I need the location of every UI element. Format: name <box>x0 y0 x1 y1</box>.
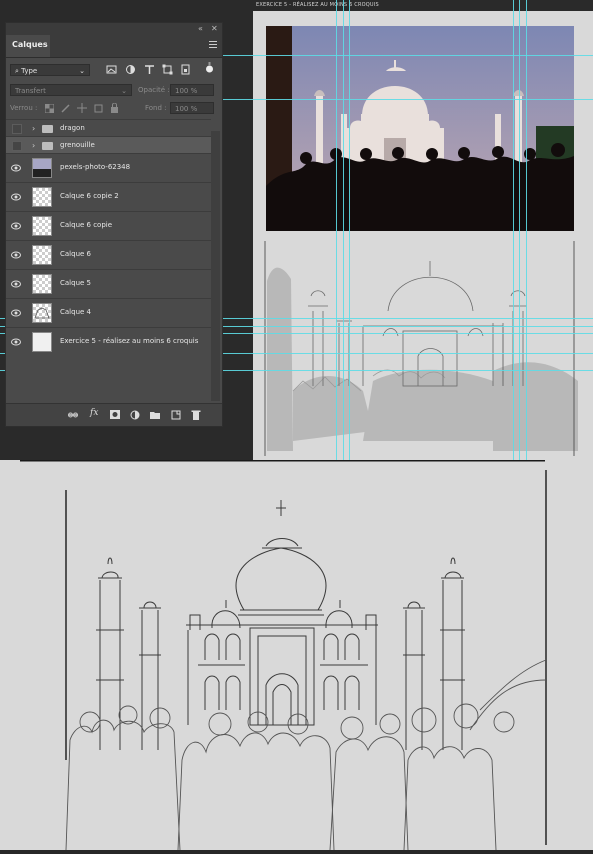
layer-name: Exercice 5 - réalisez au moins 6 croquis <box>60 337 199 345</box>
layer-thumbnail <box>32 158 52 178</box>
filter-type-select[interactable]: ⌕ Type ⌄ <box>10 64 90 76</box>
sketch-thumbnail-preview <box>34 307 50 319</box>
layers-scrollbar[interactable] <box>211 131 220 401</box>
layer-thumbnail <box>32 274 52 294</box>
layer-name: Calque 6 <box>60 250 91 258</box>
layer-row[interactable]: pexels-photo-62348 <box>6 153 211 182</box>
blend-mode-select[interactable]: Transfert ⌄ <box>10 84 132 96</box>
opacity-field[interactable]: 100 % <box>170 84 214 96</box>
panel-menu-icon[interactable] <box>209 41 217 48</box>
close-icon[interactable]: ✕ <box>211 24 218 33</box>
group-name: dragon <box>60 124 85 132</box>
layer-row[interactable]: Calque 6 copie 2 <box>6 182 211 211</box>
collapse-icon[interactable]: « <box>198 24 203 33</box>
lock-transparent-icon[interactable] <box>45 104 54 113</box>
guide-horizontal[interactable] <box>222 99 593 100</box>
eye-icon[interactable] <box>11 279 21 289</box>
mask-icon[interactable] <box>110 410 120 420</box>
guide-vertical[interactable] <box>336 0 337 460</box>
layer-thumbnail <box>32 245 52 265</box>
image-filter-icon[interactable] <box>106 64 117 75</box>
eye-icon[interactable] <box>11 308 21 318</box>
visibility-toggle[interactable] <box>12 141 22 151</box>
eye-icon[interactable] <box>11 192 21 202</box>
guide-vertical[interactable] <box>513 0 514 460</box>
panel-header-bar: « ✕ <box>6 23 222 35</box>
lock-all-icon[interactable] <box>110 103 119 113</box>
opacity-value: 100 % <box>175 87 198 95</box>
layers-bottom-bar: fx <box>6 403 222 426</box>
layer-row[interactable]: Calque 5 <box>6 269 211 298</box>
chevron-down-icon: ⌄ <box>79 67 85 75</box>
blend-row: Transfert ⌄ Opacité : 100 % <box>6 82 222 100</box>
link-icon[interactable] <box>68 410 78 420</box>
taj-mahal-photo <box>266 26 574 231</box>
filter-row: ⌕ Type ⌄ <box>6 58 222 82</box>
lock-position-icon[interactable] <box>77 103 87 113</box>
layer-name: Calque 6 copie 2 <box>60 192 119 200</box>
adjustment-filter-icon[interactable] <box>125 64 136 75</box>
layer-row[interactable]: Calque 4 <box>6 298 211 327</box>
layers-panel: « ✕ Calques ⌕ Type ⌄ Transfert ⌄ Opacité… <box>5 22 223 427</box>
lock-label: Verrou : <box>10 104 38 112</box>
adjustment-icon[interactable] <box>130 410 140 420</box>
visibility-toggle[interactable] <box>12 124 22 134</box>
eye-icon[interactable] <box>11 250 21 260</box>
layer-thumbnail <box>32 187 52 207</box>
layer-thumbnail <box>32 216 52 236</box>
chevron-right-icon[interactable]: › <box>32 141 35 150</box>
new-layer-icon[interactable] <box>171 410 181 420</box>
folder-icon <box>42 142 53 150</box>
eye-icon[interactable] <box>11 163 21 173</box>
chevron-right-icon[interactable]: › <box>32 124 35 133</box>
lock-row: Verrou : Fond : 100 % <box>6 100 222 118</box>
fill-value: 100 % <box>175 105 198 113</box>
tab-layers[interactable]: Calques <box>6 35 50 57</box>
layer-name: Calque 6 copie <box>60 221 113 229</box>
eye-icon[interactable] <box>11 221 21 231</box>
layer-name: Calque 5 <box>60 279 91 287</box>
folder-icon[interactable] <box>150 410 160 420</box>
fx-icon[interactable]: fx <box>90 408 98 418</box>
fill-field[interactable]: 100 % <box>170 102 214 114</box>
chevron-down-icon: ⌄ <box>121 87 127 95</box>
group-name: grenouille <box>60 141 95 149</box>
smart-object-filter-icon[interactable] <box>180 64 191 75</box>
fill-label: Fond : <box>145 104 167 112</box>
panel-tabbar: Calques <box>6 35 222 58</box>
zoomed-sketch-canvas[interactable] <box>0 458 593 851</box>
layer-row[interactable]: Calque 6 <box>6 240 211 269</box>
type-filter-icon[interactable] <box>144 64 155 75</box>
guide-vertical[interactable] <box>343 0 344 460</box>
opacity-label: Opacité : <box>138 86 170 94</box>
filter-type-label: Type <box>21 67 38 75</box>
layer-thumbnail <box>32 332 52 352</box>
lock-artboard-icon[interactable] <box>94 104 103 113</box>
eye-icon[interactable] <box>11 337 21 347</box>
guide-horizontal[interactable] <box>222 55 593 56</box>
guide-vertical[interactable] <box>519 0 520 460</box>
layer-name: Calque 4 <box>60 308 91 316</box>
guide-vertical[interactable] <box>349 0 350 460</box>
search-icon: ⌕ <box>15 67 19 75</box>
blend-mode-value: Transfert <box>15 87 46 95</box>
layer-thumbnail <box>32 303 52 323</box>
shape-filter-icon[interactable] <box>162 64 173 75</box>
guide-vertical[interactable] <box>526 0 527 460</box>
document-title: EXERCICE 5 - RÉALISEZ AU MOINS 6 CROQUIS <box>256 2 379 8</box>
filter-toggle-icon[interactable] <box>204 62 215 73</box>
layer-row[interactable]: Calque 6 copie <box>6 211 211 240</box>
folder-icon <box>42 125 53 133</box>
trash-icon[interactable] <box>191 410 201 420</box>
layer-group-grenouille[interactable]: › grenouille <box>6 136 211 153</box>
photoshop-workspace: EXERCICE 5 - RÉALISEZ AU MOINS 6 CROQUIS <box>0 0 593 460</box>
taj-mahal-line-sketch <box>20 458 547 851</box>
layer-group-dragon[interactable]: › dragon <box>6 119 211 136</box>
layer-row[interactable]: Exercice 5 - réalisez au moins 6 croquis <box>6 327 211 356</box>
lock-pixels-icon[interactable] <box>61 104 70 113</box>
layers-list: › dragon › grenouille pexels-photo-62348… <box>6 119 211 404</box>
layer-name: pexels-photo-62348 <box>60 163 131 171</box>
